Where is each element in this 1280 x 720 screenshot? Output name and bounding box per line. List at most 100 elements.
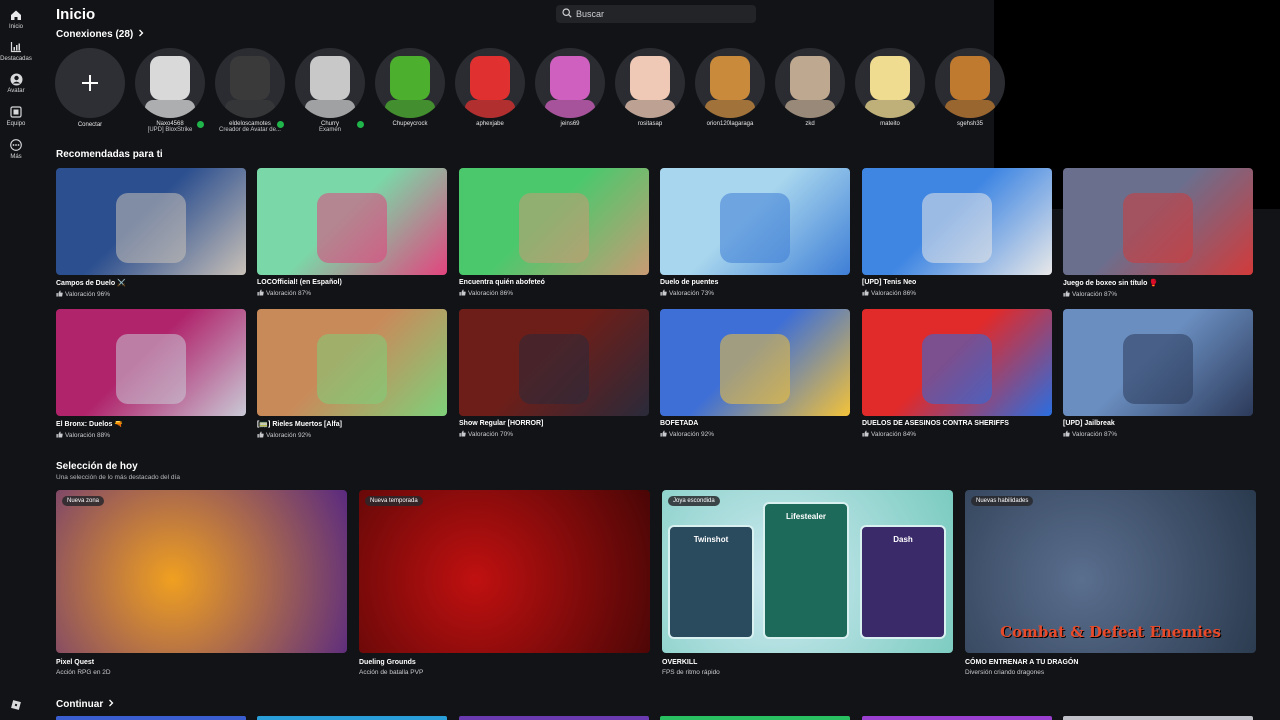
avatar	[535, 48, 605, 118]
game-tile[interactable]: [🚃] Rieles Muertos [Alfa] Valoración 92%	[257, 309, 447, 440]
friend-item[interactable]: orion120lagaraga	[692, 48, 768, 127]
search-icon	[562, 5, 572, 23]
avatar	[615, 48, 685, 118]
continue-tile[interactable]	[459, 716, 649, 720]
game-thumbnail	[257, 168, 447, 275]
roblox-logo-icon	[9, 698, 23, 712]
game-tile[interactable]: Campos de Duelo ⚔️ Valoración 96%	[56, 168, 246, 299]
friend-item[interactable]: aphexjabe	[452, 48, 528, 127]
thumbs-up-icon	[660, 289, 667, 298]
chevron-right-icon	[137, 29, 145, 40]
nav-label: Avatar	[7, 88, 25, 94]
avatar	[935, 48, 1005, 118]
featured-description: Acción de batalla PVP	[359, 669, 424, 676]
friend-item[interactable]: Churry Examen	[292, 48, 368, 133]
rating-text: Valoración 92%	[266, 432, 312, 439]
avatar	[455, 48, 525, 118]
friend-item[interactable]: sgehsh35	[932, 48, 1008, 127]
game-tile[interactable]: LOCOfficial! (en Español) Valoración 87%	[257, 168, 447, 298]
game-tile[interactable]: Show Regular [HORROR] Valoración 70%	[459, 309, 649, 439]
thumbs-up-icon	[257, 289, 264, 298]
ability-card-title: Twinshot	[693, 535, 729, 544]
roblox-logo-button[interactable]	[0, 698, 32, 712]
nav-label: Más	[10, 154, 22, 160]
game-tile[interactable]: [UPD] Tenis Neo Valoración 86%	[862, 168, 1052, 298]
avatar-body	[625, 100, 675, 118]
game-name: [UPD] Tenis Neo	[862, 279, 917, 286]
continue-tile[interactable]	[862, 716, 1052, 720]
game-thumbnail	[862, 168, 1052, 275]
continue-tile[interactable]	[257, 716, 447, 720]
avatar-head	[710, 56, 750, 100]
friend-item[interactable]: jeins69	[532, 48, 608, 127]
add-connection-label: Conectar	[77, 122, 103, 128]
game-tile[interactable]: [UPD] Jailbreak Valoración 87%	[1063, 309, 1253, 439]
connections-header[interactable]: Conexiones (28)	[56, 29, 145, 40]
game-thumbnail	[660, 309, 850, 416]
continue-tile[interactable]	[56, 716, 246, 720]
continue-header[interactable]: Continuar	[56, 699, 115, 710]
avatar-body	[145, 100, 195, 118]
continue-tile[interactable]	[660, 716, 850, 720]
rating-text: Valoración 87%	[266, 290, 312, 297]
featured-thumbnail: Twinshot Lifestealer Dash Joya escondida	[662, 490, 953, 653]
game-name: Encuentra quién abofeteó	[459, 279, 545, 286]
game-thumbnail	[1063, 168, 1253, 275]
game-tile[interactable]: Duelo de puentes Valoración 73%	[660, 168, 850, 298]
game-name: El Bronx: Duelos 🔫	[56, 421, 124, 428]
featured-tile[interactable]: Twinshot Lifestealer Dash Joya escondida OVE…	[662, 490, 953, 676]
game-name: LOCOfficial! (en Español)	[257, 279, 342, 286]
search-bar[interactable]	[556, 5, 756, 23]
online-indicator	[355, 119, 366, 130]
rating-text: Valoración 86%	[468, 290, 514, 297]
avatar-head	[790, 56, 830, 100]
continue-tile[interactable]	[1063, 716, 1253, 720]
rating-text: Valoración 70%	[468, 431, 514, 438]
friend-item[interactable]: Chupeycrock	[372, 48, 448, 127]
game-tile[interactable]: El Bronx: Duelos 🔫 Valoración 88%	[56, 309, 246, 440]
avatar	[295, 48, 365, 118]
avatar-head	[470, 56, 510, 100]
nav-item-mas[interactable]: Más	[0, 138, 32, 160]
featured-name: OVERKILL	[662, 659, 698, 666]
add-connection-button[interactable]: Conectar	[52, 48, 128, 128]
friend-item[interactable]: mateito	[852, 48, 928, 127]
featured-name: CÓMO ENTRENAR A TU DRAGÓN	[965, 659, 1079, 666]
featured-tile[interactable]: Nueva temporada Dueling Grounds Acción de …	[359, 490, 650, 676]
featured-description: Acción RPG en 2D	[56, 669, 111, 676]
search-input[interactable]	[576, 9, 746, 19]
avatar-head	[870, 56, 910, 100]
thumbs-up-icon	[56, 290, 63, 299]
game-tile[interactable]: BOFETADA Valoración 92%	[660, 309, 850, 439]
avatar	[375, 48, 445, 118]
game-rating: Valoración 88%	[56, 431, 246, 440]
friend-name: jeins69	[560, 121, 580, 127]
friend-status: [UPD] BloxStrike	[147, 127, 193, 133]
friend-item[interactable]: Naxo4568 [UPD] BloxStrike	[132, 48, 208, 133]
nav-item-equipo[interactable]: Equipo	[0, 105, 32, 127]
thumbs-up-icon	[862, 430, 869, 439]
nav-label: Inicio	[8, 24, 23, 30]
game-tile[interactable]: Juego de boxeo sin título 🥊 Valoración 87…	[1063, 168, 1253, 299]
chevron-right-icon	[107, 699, 115, 710]
game-tile[interactable]: DUELOS DE ASESINOS CONTRA SHERIFFS Valora…	[862, 309, 1052, 439]
friend-item[interactable]: zkd	[772, 48, 848, 127]
nav-item-avatar[interactable]: Avatar	[0, 72, 32, 94]
game-tile[interactable]: Encuentra quién abofeteó Valoración 86%	[459, 168, 649, 298]
featured-tile[interactable]: Combat & Defeat Enemies Nuevas habilidade…	[965, 490, 1256, 676]
thumbnail-shape	[720, 193, 790, 263]
game-rating: Valoración 87%	[257, 289, 447, 298]
featured-tile[interactable]: Nueva zona Pixel Quest Acción RPG en 2D	[56, 490, 347, 676]
friend-item[interactable]: eldeloscamotes Creador de Avatar de...	[212, 48, 288, 133]
featured-name: Pixel Quest	[56, 659, 95, 666]
avatar	[695, 48, 765, 118]
featured-art-text: Combat & Defeat Enemies	[1000, 623, 1221, 641]
thumbnail-shape	[1123, 193, 1193, 263]
nav-item-destacadas[interactable]: Destacadas	[0, 40, 32, 62]
page-title: Inicio	[56, 6, 96, 23]
game-rating: Valoración 87%	[1063, 430, 1253, 439]
game-thumbnail	[257, 309, 447, 416]
nav-item-inicio[interactable]: Inicio	[0, 8, 32, 30]
friend-item[interactable]: rositasap	[612, 48, 688, 127]
game-name: [🚃] Rieles Muertos [Alfa]	[257, 421, 342, 428]
